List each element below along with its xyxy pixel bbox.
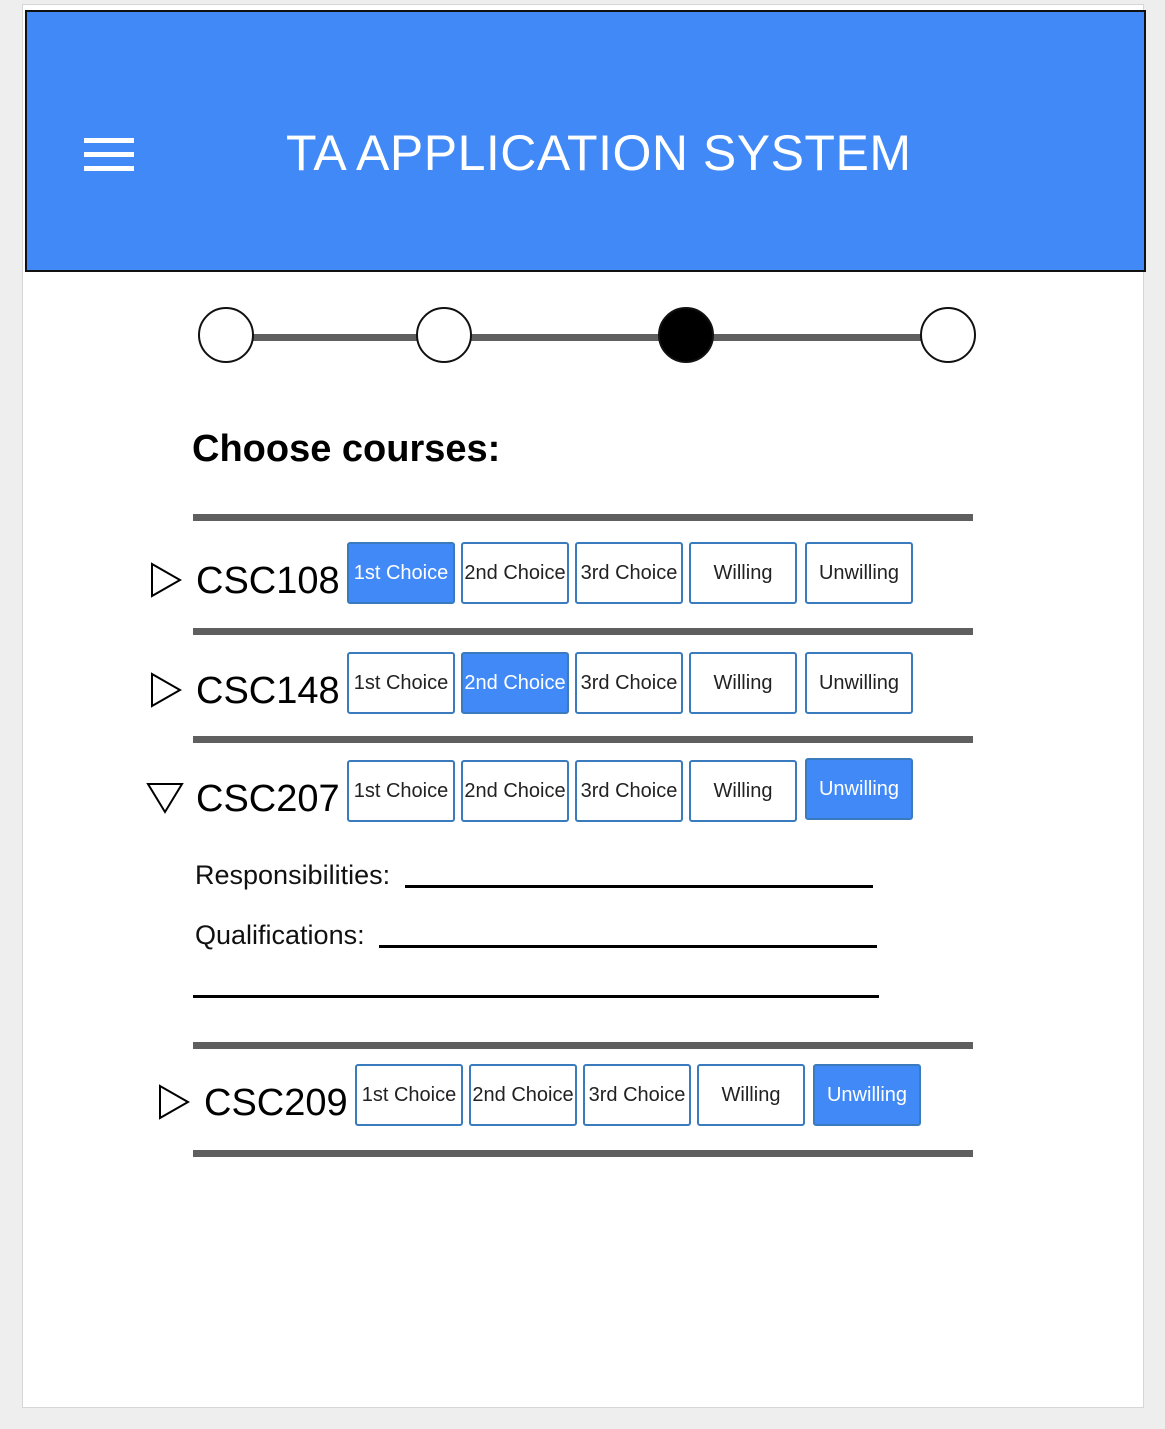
step-3-current[interactable] <box>658 307 714 363</box>
divider <box>193 736 973 743</box>
unwilling-button[interactable]: Unwilling <box>805 652 913 714</box>
willing-button[interactable]: Willing <box>689 652 797 714</box>
qualifications-label: Qualifications: <box>195 920 365 950</box>
qualifications-field[interactable] <box>379 945 877 948</box>
second-choice-button[interactable]: 2nd Choice <box>461 760 569 822</box>
divider <box>193 1042 973 1049</box>
second-choice-button[interactable]: 2nd Choice <box>469 1064 577 1126</box>
responsibilities-label: Responsibilities: <box>195 860 391 890</box>
unwilling-button[interactable]: Unwilling <box>805 542 913 604</box>
willing-button[interactable]: Willing <box>697 1064 805 1126</box>
course-code: CSC148 <box>196 670 340 712</box>
first-choice-button[interactable]: 1st Choice <box>347 652 455 714</box>
first-choice-button[interactable]: 1st Choice <box>347 760 455 822</box>
qualifications-field-line-2[interactable] <box>193 995 879 998</box>
second-choice-button[interactable]: 2nd Choice <box>461 542 569 604</box>
unwilling-button[interactable]: Unwilling <box>805 758 913 820</box>
divider <box>193 514 973 521</box>
responsibilities-field[interactable] <box>405 885 873 888</box>
course-code: CSC209 <box>204 1082 348 1124</box>
second-choice-button[interactable]: 2nd Choice <box>461 652 569 714</box>
first-choice-button[interactable]: 1st Choice <box>347 542 455 604</box>
willing-button[interactable]: Willing <box>689 760 797 822</box>
step-1[interactable] <box>198 307 254 363</box>
first-choice-button[interactable]: 1st Choice <box>355 1064 463 1126</box>
section-title: Choose courses: <box>192 428 501 470</box>
course-code: CSC207 <box>196 778 340 820</box>
third-choice-button[interactable]: 3rd Choice <box>575 652 683 714</box>
divider <box>193 1150 973 1157</box>
hamburger-menu-icon[interactable] <box>84 138 134 172</box>
third-choice-button[interactable]: 3rd Choice <box>575 542 683 604</box>
stepper-line <box>226 334 948 341</box>
unwilling-button[interactable]: Unwilling <box>813 1064 921 1126</box>
step-2[interactable] <box>416 307 472 363</box>
expand-triangle-icon[interactable] <box>150 672 182 708</box>
course-code: CSC108 <box>196 560 340 602</box>
collapse-triangle-icon[interactable] <box>146 782 184 814</box>
third-choice-button[interactable]: 3rd Choice <box>583 1064 691 1126</box>
willing-button[interactable]: Willing <box>689 542 797 604</box>
step-4[interactable] <box>920 307 976 363</box>
expand-triangle-icon[interactable] <box>158 1084 190 1120</box>
divider <box>193 628 973 635</box>
expand-triangle-icon[interactable] <box>150 562 182 598</box>
app-title: TA APPLICATION SYSTEM <box>286 125 912 181</box>
third-choice-button[interactable]: 3rd Choice <box>575 760 683 822</box>
